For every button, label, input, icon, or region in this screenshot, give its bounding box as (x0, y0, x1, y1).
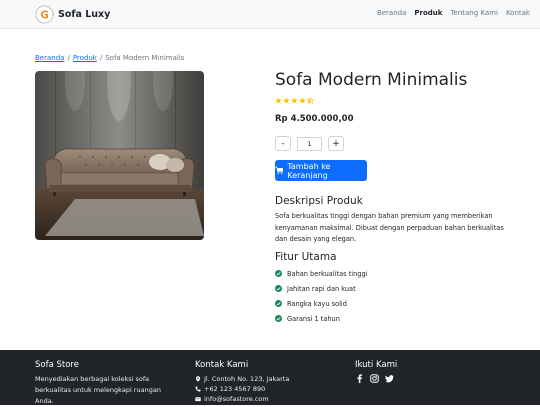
rating-stars (275, 97, 314, 104)
map-marker-icon (195, 376, 201, 382)
star-icon (291, 97, 298, 104)
twitter-icon[interactable] (385, 374, 394, 383)
feature-label: Rangka kayu solid (287, 299, 347, 308)
quantity-stepper: - 1 + (275, 136, 344, 151)
star-icon (275, 97, 282, 104)
svg-text:G: G (40, 9, 49, 21)
product-title: Sofa Modern Minimalis (275, 70, 468, 90)
feature-label: Garansi 1 tahun (287, 314, 340, 323)
product-image (35, 71, 204, 240)
brand-logo-icon: G (35, 5, 54, 24)
star-icon (299, 97, 306, 104)
breadcrumb: Beranda / Produk / Sofa Modern Minimalis (35, 54, 184, 62)
breadcrumb-category[interactable]: Produk (73, 54, 97, 62)
features-heading: Fitur Utama (275, 251, 337, 263)
footer: Sofa Store Menyediakan berbagai koleksi … (0, 350, 540, 405)
footer-address-text: Jl. Contoh No. 123, Jakarta (204, 375, 290, 383)
brand-link[interactable]: G Sofa Luxy (35, 5, 110, 24)
check-circle-icon (275, 285, 282, 292)
quantity-increase-button[interactable]: + (328, 136, 344, 151)
facebook-icon[interactable] (355, 374, 364, 383)
product-price: Rp 4.500.000,00 (275, 114, 354, 124)
add-to-cart-label: Tambah ke Keranjang (287, 161, 331, 180)
cart-icon (275, 166, 284, 175)
footer-follow-heading: Ikuti Kami (355, 360, 398, 370)
instagram-icon[interactable] (370, 374, 379, 383)
footer-email-text[interactable]: info@sofastore.com (204, 394, 269, 404)
nav-link-kontak[interactable]: Kontak (506, 9, 530, 17)
nav-menu: Beranda Produk Tentang Kami Kontak (377, 9, 530, 17)
feature-item: Rangka kayu solid (275, 296, 367, 311)
breadcrumb-home[interactable]: Beranda (35, 54, 64, 62)
phone-icon (195, 386, 201, 392)
social-links (355, 374, 397, 383)
footer-store-text: Menyediakan berbagai koleksi sofa berkua… (35, 375, 161, 405)
description-text: Sofa berkualitas tinggi dengan bahan pre… (275, 212, 504, 243)
feature-item: Bahan berkualitas tinggi (275, 266, 367, 281)
star-icon (283, 97, 290, 104)
footer-phone: +62 123 4567 890 (195, 384, 289, 394)
brand-name: Sofa Luxy (58, 9, 111, 20)
nav-link-produk[interactable]: Produk (414, 9, 442, 17)
envelope-icon (195, 397, 201, 402)
feature-label: Bahan berkualitas tinggi (287, 269, 368, 278)
description-heading: Deskripsi Produk (275, 195, 363, 207)
quantity-input[interactable]: 1 (297, 136, 322, 151)
footer-store-heading: Sofa Store (35, 360, 79, 370)
footer-social-column: Ikuti Kami (355, 360, 397, 383)
navbar: G Sofa Luxy Beranda Produk Tentang Kami … (0, 0, 540, 29)
footer-store-column: Sofa Store Menyediakan berbagai koleksi … (35, 360, 170, 407)
footer-address: Jl. Contoh No. 123, Jakarta (195, 374, 289, 384)
breadcrumb-current: Sofa Modern Minimalis (105, 54, 185, 62)
check-circle-icon (275, 300, 282, 307)
footer-phone-text: +62 123 4567 890 (204, 385, 266, 393)
breadcrumb-separator: / (99, 54, 103, 62)
feature-label: Jahitan rapi dan kuat (287, 284, 356, 293)
nav-link-beranda[interactable]: Beranda (377, 9, 406, 17)
add-to-cart-button[interactable]: Tambah ke Keranjang (275, 160, 367, 181)
footer-email: info@sofastore.com (195, 394, 289, 404)
features-list: Bahan berkualitas tinggi Jahitan rapi da… (275, 266, 367, 326)
footer-contact-column: Kontak Kami Jl. Contoh No. 123, Jakarta … (195, 360, 289, 404)
quantity-decrease-button[interactable]: - (275, 136, 291, 151)
check-circle-icon (275, 270, 282, 277)
breadcrumb-separator: / (67, 54, 70, 62)
feature-item: Jahitan rapi dan kuat (275, 281, 367, 296)
nav-link-tentang-kami[interactable]: Tentang Kami (450, 9, 498, 17)
star-half-icon (307, 97, 314, 104)
check-circle-icon (275, 315, 282, 322)
feature-item: Garansi 1 tahun (275, 311, 367, 326)
footer-contact-heading: Kontak Kami (195, 360, 249, 370)
